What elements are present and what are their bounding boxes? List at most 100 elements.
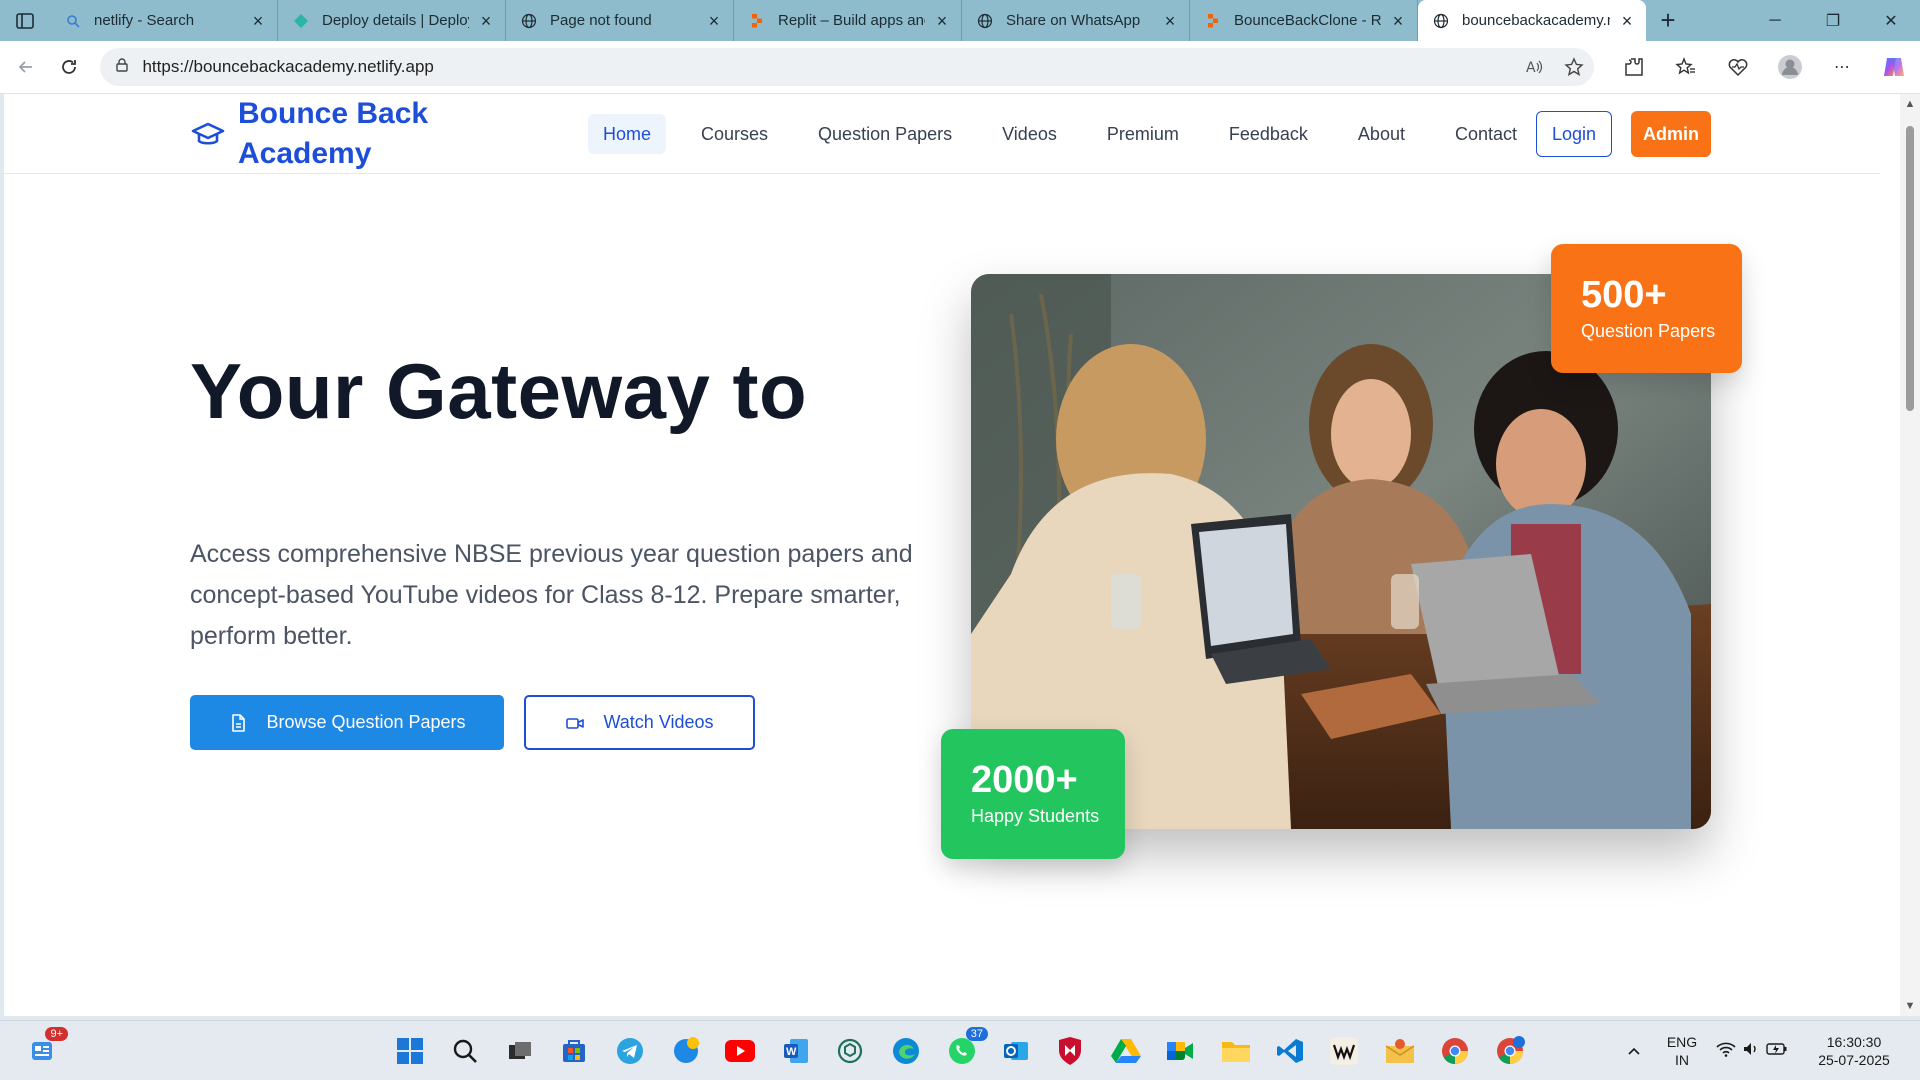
edge-browser-icon[interactable]	[888, 1033, 924, 1069]
browser-tab[interactable]: Replit – Build apps and ×	[734, 0, 962, 41]
whatsapp-icon[interactable]: 37	[944, 1027, 988, 1069]
start-button-windows-icon[interactable]	[392, 1033, 428, 1069]
nav-link-question-papers[interactable]: Question Papers	[793, 114, 977, 154]
task-view-icon[interactable]	[502, 1033, 538, 1069]
site-logo[interactable]: Bounce Back Academy	[190, 94, 458, 174]
nav-link-feedback[interactable]: Feedback	[1204, 114, 1333, 154]
video-camera-icon	[566, 717, 585, 729]
browser-essentials-icon[interactable]	[1712, 47, 1764, 87]
telegram-icon[interactable]	[612, 1033, 648, 1069]
copilot-icon[interactable]	[1868, 47, 1920, 87]
scrollbar-thumb[interactable]	[1906, 126, 1914, 411]
browser-tab[interactable]: BounceBackClone - Re ×	[1190, 0, 1418, 41]
profile-avatar[interactable]	[1764, 47, 1816, 87]
refresh-icon[interactable]	[47, 47, 90, 87]
volume-icon	[1742, 1041, 1760, 1062]
close-icon[interactable]: ×	[705, 12, 723, 30]
chrome-icon[interactable]	[1437, 1033, 1473, 1069]
happy-students-stat-label: Happy Students	[971, 806, 1100, 826]
new-tab-button[interactable]: +	[1646, 0, 1690, 41]
vscode-icon[interactable]	[1272, 1033, 1308, 1069]
replit-icon	[748, 12, 766, 30]
browse-question-papers-label: Browse Question Papers	[266, 712, 466, 732]
tab-title: bouncebackacademy.n	[1462, 12, 1610, 29]
globe-icon	[1432, 12, 1450, 30]
close-icon[interactable]: ×	[477, 12, 495, 30]
mcafee-icon[interactable]	[1052, 1033, 1088, 1069]
extensions-icon[interactable]	[1608, 47, 1660, 87]
nav-link-home[interactable]: Home	[588, 114, 667, 154]
browser-tab[interactable]: Page not found ×	[506, 0, 734, 41]
browser-tab[interactable]: Share on WhatsApp ×	[962, 0, 1190, 41]
tab-title: Deploy details | Deploy	[322, 12, 469, 29]
outlook-icon[interactable]	[998, 1033, 1034, 1069]
wifi-icon	[1716, 1041, 1736, 1062]
search-icon[interactable]	[447, 1033, 483, 1069]
login-button[interactable]: Login	[1536, 111, 1612, 157]
close-icon[interactable]: ×	[249, 12, 267, 30]
read-aloud-icon[interactable]: A	[1514, 51, 1554, 83]
nav-link-contact[interactable]: Contact	[1430, 114, 1542, 154]
restore-icon[interactable]: ❐	[1804, 0, 1862, 41]
browse-question-papers-button[interactable]: Browse Question Papers	[190, 695, 504, 750]
youtube-icon[interactable]	[722, 1033, 758, 1069]
replit-icon	[1204, 12, 1222, 30]
microsoft-store-icon[interactable]	[556, 1033, 592, 1069]
browser-tab[interactable]: Deploy details | Deploy ×	[278, 0, 506, 41]
google-drive-icon[interactable]	[1108, 1033, 1144, 1069]
close-icon[interactable]: ×	[1389, 12, 1407, 30]
mail-app-icon[interactable]	[1382, 1033, 1418, 1069]
chrome-profile-icon[interactable]	[1492, 1033, 1528, 1069]
hero-description: Access comprehensive NBSE previous year …	[190, 540, 913, 650]
favorite-star-icon[interactable]	[1554, 51, 1594, 83]
tab-title: Share on WhatsApp	[1006, 12, 1141, 29]
clock-date[interactable]: 16:30:30 25-07-2025	[1812, 1033, 1896, 1069]
app-w-icon[interactable]	[1326, 1033, 1362, 1069]
scroll-up-icon[interactable]: ▲	[1904, 98, 1916, 110]
site-info-icon[interactable]	[114, 57, 130, 78]
site-logo-text: Bounce Back Academy	[238, 97, 429, 170]
close-window-icon[interactable]: ✕	[1862, 0, 1920, 41]
tab-actions-menu-button[interactable]	[0, 0, 50, 41]
nav-link-courses[interactable]: Courses	[676, 114, 793, 154]
browser-tab-active[interactable]: bouncebackacademy.n ×	[1418, 0, 1646, 41]
minimize-icon[interactable]: ─	[1746, 0, 1804, 41]
more-options-icon[interactable]: ⋯	[1816, 47, 1868, 87]
word-icon[interactable]: W	[778, 1033, 814, 1069]
watch-videos-button[interactable]: Watch Videos	[524, 695, 755, 750]
globe-icon	[976, 12, 994, 30]
window-controls: ─ ❐ ✕	[1746, 0, 1920, 41]
app-icon[interactable]	[668, 1033, 704, 1069]
url-text[interactable]: https://bouncebackacademy.netlify.app	[142, 57, 433, 77]
google-meet-icon[interactable]	[1162, 1033, 1198, 1069]
admin-button[interactable]: Admin	[1631, 111, 1711, 157]
back-icon[interactable]	[4, 47, 47, 87]
region-code: IN	[1675, 1052, 1689, 1068]
favorites-icon[interactable]	[1660, 47, 1712, 87]
chatgpt-icon[interactable]	[832, 1033, 868, 1069]
widgets-icon[interactable]: 9+	[24, 1027, 68, 1069]
close-icon[interactable]: ×	[1161, 12, 1179, 30]
happy-students-stat-card: 2000+ Happy Students	[941, 729, 1125, 859]
address-bar[interactable]: https://bouncebackacademy.netlify.app A	[100, 48, 1595, 86]
close-icon[interactable]: ×	[1618, 12, 1636, 30]
input-language-indicator[interactable]: ENG IN	[1664, 1033, 1700, 1069]
happy-students-stat-value: 2000+	[971, 759, 1078, 801]
close-icon[interactable]: ×	[933, 12, 951, 30]
page-scrollbar[interactable]: ▲ ▼	[1900, 94, 1920, 1016]
watch-videos-label: Watch Videos	[603, 712, 714, 732]
graduation-cap-icon	[191, 122, 225, 145]
nav-link-about[interactable]: About	[1333, 114, 1430, 154]
system-tray-quick-settings[interactable]	[1712, 1033, 1792, 1069]
nav-link-premium[interactable]: Premium	[1082, 114, 1204, 154]
show-hidden-icons-chevron-icon[interactable]	[1616, 1033, 1652, 1069]
file-explorer-icon[interactable]	[1218, 1033, 1254, 1069]
tab-actions-icon	[16, 12, 34, 29]
main-nav: Home Courses Question Papers Videos Prem…	[588, 112, 1542, 156]
browser-tab[interactable]: netlify - Search ×	[50, 0, 278, 41]
search-icon	[64, 12, 82, 30]
tab-title: Replit – Build apps and	[778, 12, 925, 29]
browser-extensions-bar: ⋯	[1608, 47, 1920, 87]
nav-link-videos[interactable]: Videos	[977, 114, 1082, 154]
scroll-down-icon[interactable]: ▼	[1904, 1000, 1916, 1012]
